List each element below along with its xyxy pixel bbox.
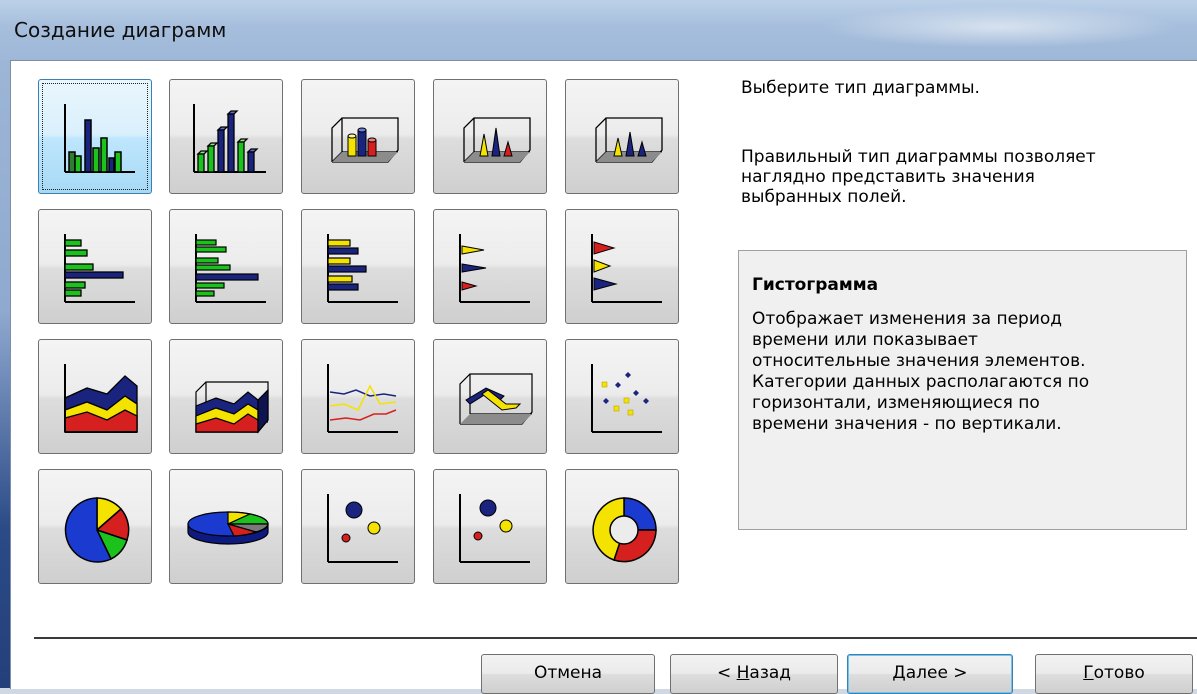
area-icon xyxy=(64,364,138,433)
back-button[interactable]: < Назад xyxy=(670,654,838,694)
column-3d-pyramid-icon xyxy=(595,117,663,163)
next-button-mnemonic: Д xyxy=(892,663,906,683)
chart-type-bar-3d-cone[interactable] xyxy=(433,209,547,324)
column-3d-cylinder-icon xyxy=(331,117,399,163)
chart-type-bar-clustered[interactable] xyxy=(38,209,152,324)
chart-type-column-clustered[interactable] xyxy=(38,79,152,194)
chart-type-doughnut[interactable] xyxy=(565,469,679,584)
chart-description-text: Отображает изменения за период времени и… xyxy=(752,309,1090,434)
bar-clustered-icon xyxy=(64,234,135,303)
button-separator xyxy=(34,637,1197,639)
bar-3d-cylinder-icon xyxy=(327,234,398,303)
chart-type-area-3d[interactable] xyxy=(169,339,283,454)
choose-chart-type-prompt: Выберите тип диаграммы. xyxy=(741,78,980,98)
back-button-label: азад xyxy=(749,663,792,683)
chart-type-area[interactable] xyxy=(38,339,152,454)
chart-type-bubble-3d[interactable] xyxy=(433,469,547,584)
chart-type-hint: Правильный тип диаграммы позволяет нагля… xyxy=(741,147,1096,207)
title-bar-glow xyxy=(820,6,1180,48)
column-3d-effect-icon xyxy=(193,104,266,173)
finish-button[interactable]: Готово xyxy=(1035,654,1193,694)
chart-type-column-3d-pyramid[interactable] xyxy=(565,79,679,194)
bar-3d-pyramid-icon xyxy=(591,234,662,303)
line-3d-icon xyxy=(459,373,533,425)
bar-3d-effect-icon xyxy=(195,234,266,303)
chart-type-bar-3d-pyramid[interactable] xyxy=(565,209,679,324)
bubble-icon xyxy=(327,494,398,563)
xy-scatter-icon xyxy=(591,364,662,433)
cancel-button-label: Отмена xyxy=(533,663,603,683)
chart-type-xy-scatter[interactable] xyxy=(565,339,679,454)
chart-type-bar-3d-effect[interactable] xyxy=(169,209,283,324)
chart-description-box: Гистограмма Отображает изменения за пери… xyxy=(738,250,1187,530)
area-3d-icon xyxy=(195,381,269,434)
chart-type-bar-3d-cylinder[interactable] xyxy=(301,209,415,324)
pie-3d-icon xyxy=(187,511,269,545)
chart-type-line[interactable] xyxy=(301,339,415,454)
back-button-prefix: < xyxy=(716,663,737,683)
window-frame-left xyxy=(0,60,10,688)
chart-type-line-3d[interactable] xyxy=(433,339,547,454)
chart-type-column-3d-cone[interactable] xyxy=(433,79,547,194)
chart-type-pie[interactable] xyxy=(38,469,152,584)
finish-button-mnemonic: Г xyxy=(1083,663,1094,683)
chart-type-bubble[interactable] xyxy=(301,469,415,584)
chart-type-column-3d-effect[interactable] xyxy=(169,79,283,194)
title-bar[interactable]: Создание диаграмм xyxy=(0,0,1197,60)
column-clustered-icon xyxy=(64,104,135,173)
next-button-label: алее > xyxy=(905,663,968,683)
line-icon xyxy=(327,364,398,433)
finish-button-label: отово xyxy=(1093,663,1145,683)
window-title: Создание диаграмм xyxy=(14,18,227,42)
pie-icon xyxy=(64,497,130,563)
chart-type-pie-3d[interactable] xyxy=(169,469,283,584)
next-button[interactable]: Далее > xyxy=(847,654,1013,694)
cancel-button[interactable]: Отмена xyxy=(481,654,655,694)
doughnut-icon xyxy=(592,497,657,563)
chart-type-column-3d-cylinder[interactable] xyxy=(301,79,415,194)
bubble-3d-icon xyxy=(459,494,530,563)
chart-description-title: Гистограмма xyxy=(752,275,879,295)
back-button-mnemonic: Н xyxy=(736,663,750,683)
bar-3d-cone-icon xyxy=(459,234,530,303)
column-3d-cone-icon xyxy=(463,117,531,163)
